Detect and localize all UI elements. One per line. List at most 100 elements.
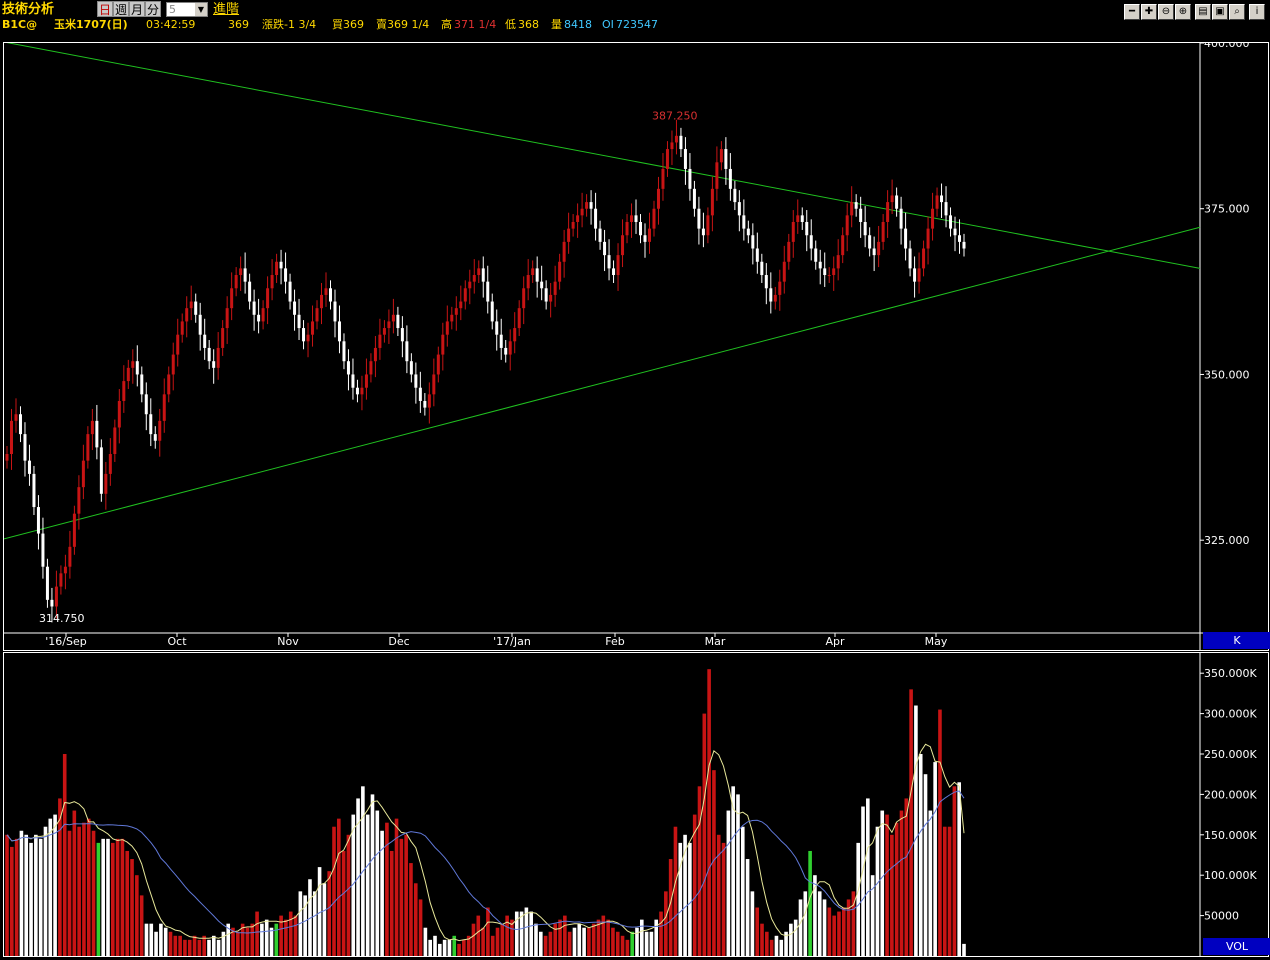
volume-bar	[856, 842, 861, 956]
volume-bar	[149, 923, 154, 956]
period-minute-button[interactable]: 分	[145, 1, 161, 17]
candle-body	[863, 221, 867, 236]
candle-body	[544, 288, 548, 302]
volume-bar	[471, 923, 476, 956]
volume-bar	[14, 838, 19, 956]
volume-bar	[67, 830, 72, 956]
candle-body	[463, 288, 467, 302]
low-annotation: 314.750	[39, 612, 85, 625]
candle-body	[746, 228, 750, 236]
volume-y-tick-label: 350.000K	[1204, 667, 1257, 680]
volume-bar	[639, 919, 644, 956]
volume-bar	[207, 939, 211, 956]
candle-body	[886, 202, 890, 222]
candle-body	[311, 321, 315, 335]
high-annotation: 387.250	[652, 110, 698, 123]
candle-body	[333, 301, 337, 322]
volume-chart[interactable]: 350.000K 300.000K 250.000K 200.000K 150.000K…	[4, 653, 1268, 956]
volume-bar	[288, 911, 293, 956]
volume-bar	[635, 927, 639, 956]
candle-body	[72, 513, 76, 547]
candle-body	[823, 268, 827, 276]
volume-bar	[178, 935, 182, 956]
volume-bar	[110, 842, 115, 956]
volume-bar	[606, 919, 610, 956]
candle-body	[850, 202, 854, 216]
volume-bar	[822, 899, 827, 956]
period-monthly-button[interactable]: 月	[129, 1, 145, 17]
candle-body	[5, 454, 9, 461]
volume-y-tick-label: 150.000K	[1204, 829, 1257, 842]
volume-bar	[457, 943, 461, 956]
candle-body	[589, 202, 593, 209]
volume-bar	[72, 810, 77, 956]
candle-body	[499, 334, 503, 348]
volume-bar	[375, 810, 380, 956]
volume-bar	[341, 850, 346, 956]
volume-bar	[115, 838, 120, 956]
candle-body	[854, 202, 858, 209]
candle-body	[189, 301, 193, 309]
price-chart-pane[interactable]: 400.000 375.000 350.000 325.000 '16/Sep Oct No…	[3, 37, 1270, 651]
candle-body	[117, 400, 121, 428]
candle-body	[243, 268, 247, 282]
volume-bar	[539, 931, 543, 956]
volume-bar	[82, 822, 86, 956]
candle-body	[337, 321, 341, 342]
candle-body	[387, 321, 391, 329]
advanced-link[interactable]: 進階	[213, 1, 239, 18]
price-y-tick-label: 400.000	[1204, 43, 1250, 50]
candle-body	[293, 301, 297, 315]
candle-body	[113, 427, 117, 455]
candle-body	[306, 334, 310, 342]
candle-body	[59, 573, 63, 587]
volume-bar	[365, 814, 370, 956]
candle-body	[674, 135, 678, 143]
candle-body	[95, 420, 99, 448]
period-daily-button[interactable]: 日	[97, 1, 113, 17]
volume-bar	[264, 919, 269, 956]
oi-value: 723547	[616, 18, 658, 31]
candle-body	[225, 308, 229, 329]
chevron-down-icon[interactable]: ▼	[195, 3, 207, 16]
volume-bar	[500, 923, 505, 956]
volume-bar	[649, 931, 654, 956]
candle-body	[755, 248, 759, 262]
price-chart[interactable]: 400.000 375.000 350.000 325.000 '16/Sep Oct No…	[3, 37, 1268, 650]
volume-bar	[48, 818, 53, 956]
volume-bar	[337, 818, 341, 956]
candle-body	[396, 314, 400, 329]
candle-body	[647, 228, 651, 242]
candle-body	[427, 394, 431, 408]
candle-body	[958, 235, 962, 242]
volume-bar	[293, 915, 298, 956]
period-weekly-button[interactable]: 週	[113, 1, 129, 17]
volume-bar	[154, 931, 158, 956]
volume-bar	[183, 939, 187, 956]
volume-bar	[211, 935, 216, 956]
volume-bar	[808, 850, 812, 956]
volume-bar	[745, 859, 750, 956]
candle-body	[495, 321, 499, 335]
candle-body	[27, 460, 31, 474]
candle-body	[827, 275, 831, 277]
candle-body	[50, 599, 54, 607]
candle-body	[719, 149, 723, 163]
candle-body	[369, 361, 373, 375]
volume-chart-pane[interactable]: 350.000K 300.000K 250.000K 200.000K 150.000K…	[3, 652, 1270, 957]
candle-body	[270, 275, 274, 289]
bid: 買369	[332, 18, 364, 31]
volume-bar	[952, 786, 957, 956]
volume-bar	[524, 907, 529, 956]
period-select[interactable]: 5 ▼	[166, 2, 208, 17]
volume-bar	[529, 911, 533, 956]
candle-body	[944, 202, 948, 216]
candle-body	[697, 208, 701, 229]
volume-bar	[269, 927, 274, 956]
volume-bar	[957, 782, 961, 956]
candle-body	[922, 248, 926, 269]
volume-bar	[486, 907, 490, 956]
candle-body	[252, 301, 256, 315]
candle-body	[450, 314, 454, 322]
low-value: 368	[518, 18, 539, 31]
